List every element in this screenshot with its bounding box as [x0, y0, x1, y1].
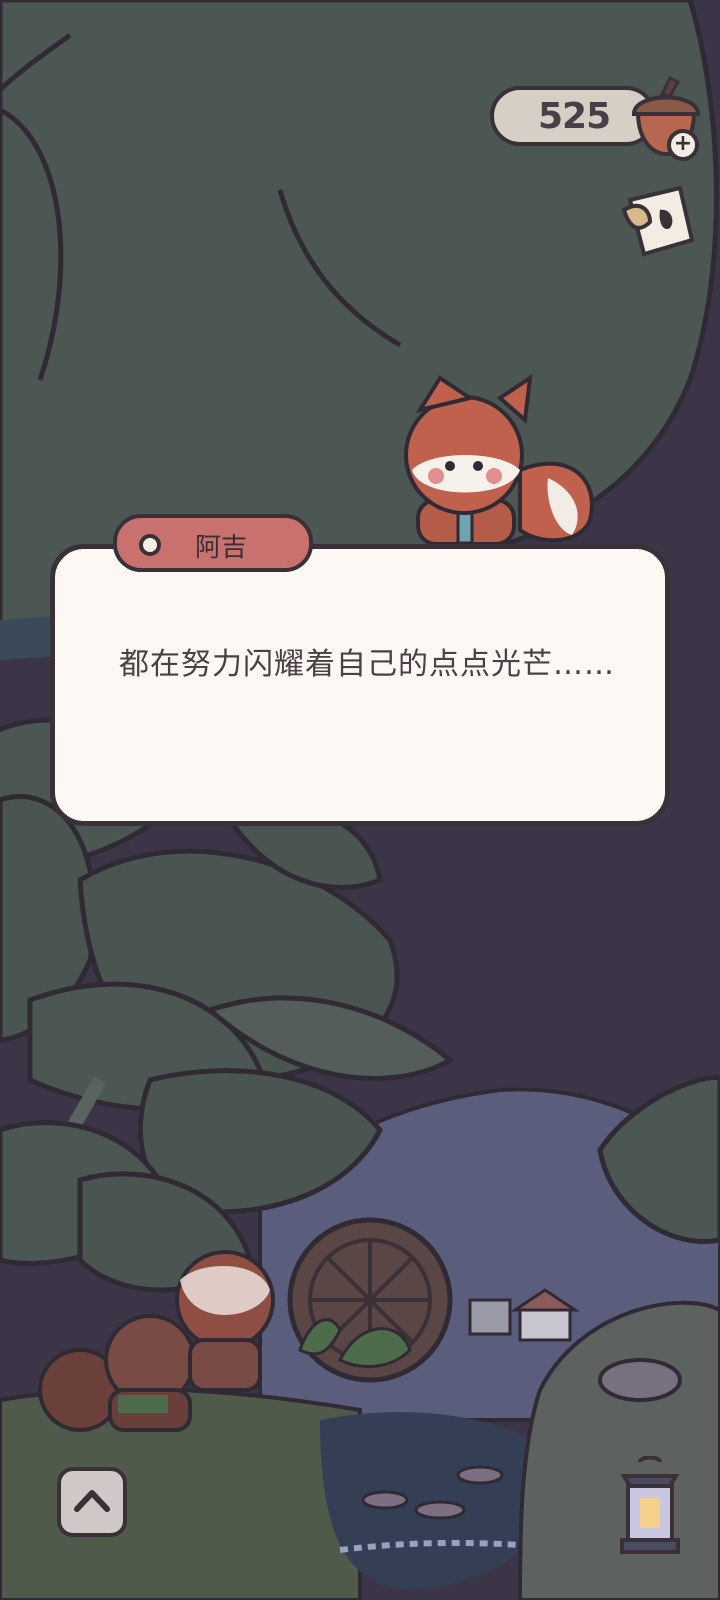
- name-tag-dot-icon: [139, 534, 161, 556]
- lantern-icon[interactable]: [600, 1456, 700, 1576]
- speaker-name: 阿吉: [195, 533, 248, 563]
- journal-icon[interactable]: [620, 180, 702, 260]
- currency-value: 525: [538, 96, 611, 137]
- dialogue-text: 都在努力闪耀着自己的点点光芒……: [119, 647, 615, 682]
- speaker-name-tag: 阿吉: [113, 514, 313, 572]
- dialogue-box[interactable]: 都在努力闪耀着自己的点点光芒……: [50, 544, 670, 826]
- add-currency-button[interactable]: +: [667, 129, 699, 161]
- chevron-up-icon: [74, 1490, 110, 1512]
- expand-button[interactable]: [57, 1467, 127, 1537]
